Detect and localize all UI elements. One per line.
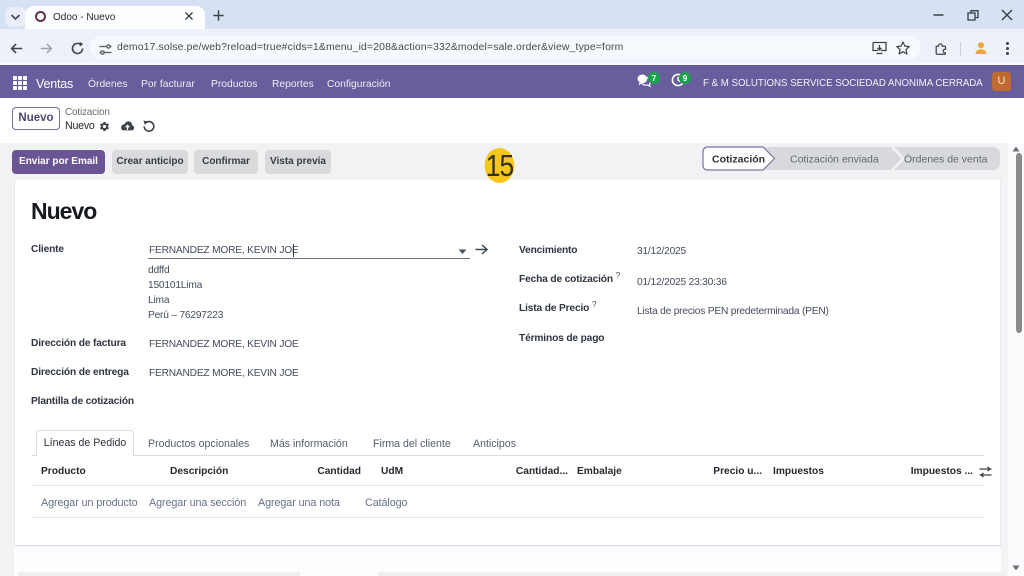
svg-text:Cotización enviada: Cotización enviada: [790, 154, 879, 166]
svg-text:Cotización: Cotización: [712, 154, 765, 166]
svg-text:Órdenes de venta: Órdenes de venta: [904, 153, 988, 166]
